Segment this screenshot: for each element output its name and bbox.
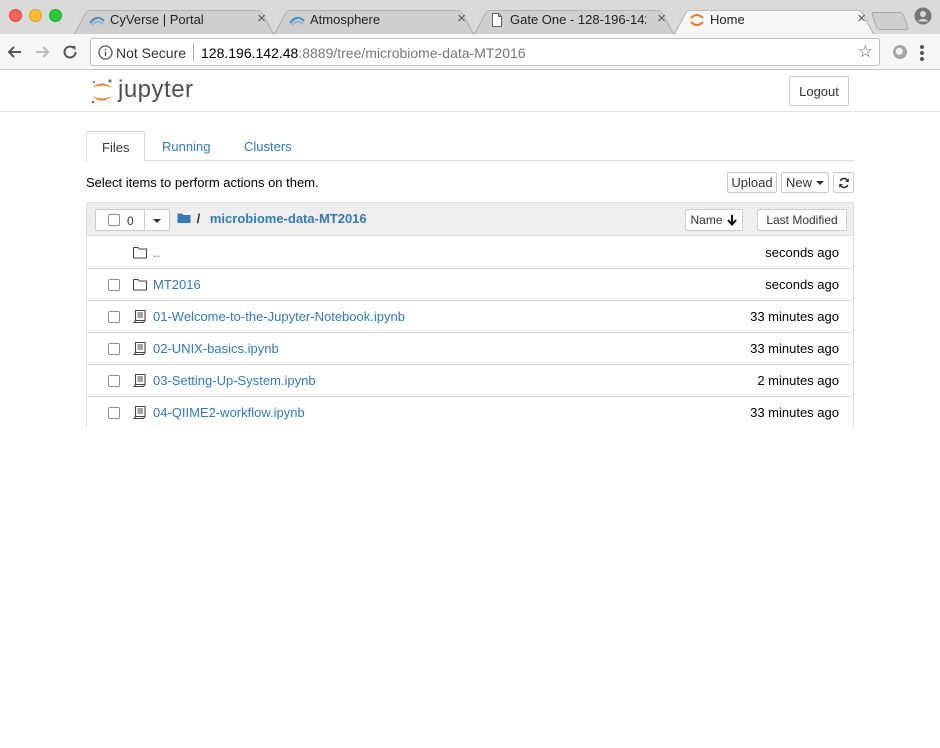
item-checkbox[interactable]: [108, 407, 120, 419]
close-icon[interactable]: ×: [457, 10, 466, 28]
tab-title: Gate One - 128-196-142-48: [510, 12, 646, 27]
new-dropdown-button[interactable]: New: [781, 172, 829, 193]
jupyter-logo-icon: [91, 79, 112, 104]
item-name-link[interactable]: 04-QIIME2-workflow.ipynb: [153, 405, 305, 420]
list-item[interactable]: 01-Welcome-to-the-Jupyter-Notebook.ipynb…: [87, 301, 853, 333]
breadcrumb: / microbiome-data-MT2016: [177, 211, 367, 226]
item-name-link[interactable]: MT2016: [153, 277, 201, 292]
notebook-icon: [133, 342, 146, 355]
caret-down-icon[interactable]: [153, 219, 161, 223]
profile-icon[interactable]: [914, 7, 932, 25]
nav-tabs: Files Running Clusters: [86, 131, 854, 162]
sort-name-label: Name: [690, 213, 723, 227]
select-all-dropdown[interactable]: 0: [95, 209, 170, 231]
selection-hint: Select items to perform actions on them.: [86, 175, 319, 190]
document-icon: [492, 13, 502, 27]
close-icon[interactable]: ×: [257, 10, 266, 28]
list-item[interactable]: 04-QIIME2-workflow.ipynb 33 minutes ago: [87, 397, 853, 429]
atmosphere-icon: [289, 16, 305, 26]
folder-outline-icon: [133, 246, 147, 259]
item-checkbox[interactable]: [108, 279, 120, 291]
notebook-icon: [133, 406, 146, 419]
tab-files[interactable]: Files: [86, 131, 146, 162]
item-modified-time: 33 minutes ago: [750, 405, 839, 420]
browser-toolbar: Not Secure 128.196.142.48:8889/tree/micr…: [0, 34, 940, 70]
tab-running[interactable]: Running: [147, 131, 225, 161]
list-item[interactable]: 03-Setting-Up-System.ipynb 2 minutes ago: [87, 365, 853, 397]
jupyter-header: jupyter Logout: [0, 70, 940, 112]
zoom-window-button[interactable]: [49, 9, 62, 22]
sort-by-last-modified-button[interactable]: Last Modified: [757, 209, 847, 231]
new-button-label: New: [785, 175, 812, 190]
list-item[interactable]: .. seconds ago: [87, 237, 853, 269]
caret-down-icon: [816, 180, 824, 185]
breadcrumb-current-folder[interactable]: microbiome-data-MT2016: [210, 211, 367, 226]
browser-tab-bar: CyVerse | Portal × Atmosphere × Gate One…: [0, 0, 940, 34]
sort-by-name-button[interactable]: Name: [685, 209, 743, 231]
item-modified-time: seconds ago: [765, 277, 839, 292]
item-modified-time: seconds ago: [765, 245, 839, 260]
security-status[interactable]: Not Secure: [116, 45, 186, 61]
notebook-icon: [133, 374, 146, 387]
folder-icon[interactable]: [177, 212, 191, 224]
refresh-button[interactable]: [833, 172, 854, 193]
item-name-link[interactable]: 01-Welcome-to-the-Jupyter-Notebook.ipynb: [153, 309, 405, 324]
item-name-link[interactable]: 03-Setting-Up-System.ipynb: [153, 373, 316, 388]
item-checkbox[interactable]: [108, 343, 120, 355]
url-host: 128.196.142.48: [201, 45, 299, 61]
item-name-link[interactable]: ..: [153, 245, 160, 260]
jupyter-logo-text: jupyter: [118, 76, 194, 103]
upload-button[interactable]: Upload: [727, 172, 777, 193]
browser-tab-cyverse[interactable]: CyVerse | Portal ×: [74, 5, 274, 34]
address-bar[interactable]: Not Secure 128.196.142.48:8889/tree/micr…: [90, 38, 880, 66]
jupyter-icon: [690, 14, 704, 26]
divider: [193, 44, 194, 61]
close-window-button[interactable]: [9, 9, 22, 22]
bookmark-star-icon[interactable]: ☆: [858, 43, 873, 61]
item-modified-time: 2 minutes ago: [757, 373, 839, 388]
back-arrow-icon[interactable]: [5, 42, 25, 62]
logout-button[interactable]: Logout: [789, 76, 849, 106]
close-icon[interactable]: ×: [857, 10, 866, 28]
browser-tab-atmosphere[interactable]: Atmosphere ×: [274, 5, 474, 34]
item-modified-time: 33 minutes ago: [750, 309, 839, 324]
breadcrumb-separator: /: [196, 211, 201, 226]
notebook-icon: [133, 310, 146, 323]
item-checkbox[interactable]: [108, 311, 120, 323]
tab-title: CyVerse | Portal: [110, 12, 204, 27]
item-name-link[interactable]: 02-UNIX-basics.ipynb: [153, 341, 279, 356]
tab-title: Atmosphere: [310, 12, 381, 27]
cyverse-icon: [89, 16, 105, 26]
folder-outline-icon: [133, 278, 147, 291]
arrow-down-icon: [726, 215, 737, 226]
close-icon[interactable]: ×: [657, 10, 666, 28]
reload-icon[interactable]: [60, 42, 80, 62]
minimize-window-button[interactable]: [29, 9, 42, 22]
selected-count: 0: [127, 214, 134, 228]
forward-arrow-icon[interactable]: [32, 42, 52, 62]
browser-menu-icon[interactable]: [920, 45, 924, 63]
item-checkbox[interactable]: [108, 375, 120, 387]
extension-icon[interactable]: [893, 45, 907, 59]
file-list: 0 / microbiome-data-MT2016 Name Last Mod…: [86, 202, 854, 429]
browser-tab-home[interactable]: Home ×: [674, 5, 874, 34]
select-all-checkbox[interactable]: [108, 214, 120, 226]
item-modified-time: 33 minutes ago: [750, 341, 839, 356]
list-item[interactable]: MT2016 seconds ago: [87, 269, 853, 301]
tab-clusters[interactable]: Clusters: [229, 131, 307, 161]
info-icon[interactable]: [98, 45, 113, 60]
list-item[interactable]: 02-UNIX-basics.ipynb 33 minutes ago: [87, 333, 853, 365]
new-tab-button[interactable]: [870, 12, 910, 30]
divider: [144, 210, 145, 230]
browser-tab-gate-one[interactable]: Gate One - 128-196-142-48 ×: [474, 5, 674, 34]
refresh-icon: [838, 177, 849, 188]
url-path: :8889/tree/microbiome-data-MT2016: [298, 45, 526, 61]
tab-title: Home: [710, 12, 745, 27]
file-list-header: 0 / microbiome-data-MT2016 Name Last Mod…: [87, 203, 853, 236]
url-text[interactable]: 128.196.142.48:8889/tree/microbiome-data…: [201, 45, 526, 61]
